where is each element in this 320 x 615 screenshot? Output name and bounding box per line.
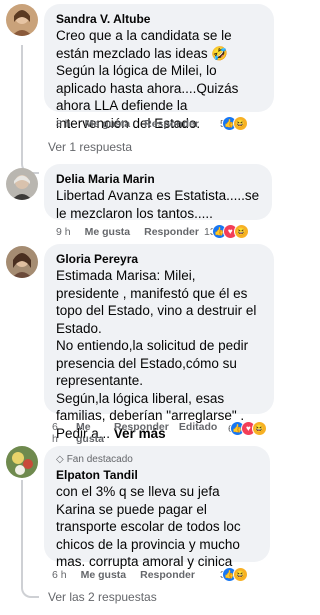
reply-button[interactable]: Responder	[140, 569, 195, 581]
comment-time[interactable]: 9 h	[56, 226, 71, 238]
comment-time[interactable]: 8 h	[56, 118, 71, 130]
diamond-icon: ◇	[56, 454, 64, 465]
comment-bubble: ◇ Fan destacado Elpaton Tandil con el 3%…	[44, 446, 270, 569]
comment-time[interactable]: 6 h	[52, 569, 67, 581]
fan-badge: ◇ Fan destacado	[56, 453, 258, 467]
reply-button[interactable]: Responder	[144, 118, 199, 130]
avatar[interactable]	[6, 4, 38, 36]
comment-bubble: Sandra V. Altube Creo que a la candidata…	[44, 4, 274, 131]
thread-line	[21, 45, 23, 155]
reply-button[interactable]: Responder	[144, 226, 199, 238]
reaction-summary[interactable]: 13 👍 ♥ 😆	[204, 224, 249, 239]
thread-line	[21, 480, 23, 588]
comment-actions: 6 h Me gusta Responder Editado	[52, 421, 217, 445]
comment-text: con el 3% q se lleva su jefa Karina se p…	[56, 484, 241, 569]
comment-bubble: Delia Maria Marin Libertad Avanza es Est…	[44, 164, 272, 221]
avatar[interactable]	[6, 446, 38, 478]
comment-author[interactable]: Elpaton Tandil	[56, 467, 258, 483]
comment-author[interactable]: Gloria Pereyra	[56, 251, 262, 267]
comment-author[interactable]: Delia Maria Marin	[56, 171, 260, 187]
reaction-summary[interactable]: 6 👍 ♥ 😆	[228, 421, 267, 436]
haha-reaction-icon: 😆	[233, 224, 249, 239]
haha-reaction-icon: 😆	[251, 421, 267, 436]
haha-reaction-icon: 😆	[232, 116, 248, 131]
comment-time[interactable]: 6 h	[52, 421, 66, 445]
comment-bubble: Gloria Pereyra Estimada Marisa: Milei, p…	[44, 244, 274, 441]
reply-button[interactable]: Responder	[114, 421, 169, 433]
view-replies-link[interactable]: Ver 1 respuesta	[48, 140, 132, 154]
edited-label[interactable]: Editado	[179, 421, 218, 433]
avatar[interactable]	[6, 246, 38, 278]
avatar[interactable]	[6, 168, 38, 200]
haha-reaction-icon: 😆	[232, 567, 248, 582]
comment-text: Libertad Avanza es Estatista.....se le m…	[56, 188, 260, 221]
comment-actions: 8 h Me gusta Responder	[56, 118, 199, 130]
thread-connector	[21, 580, 39, 598]
reaction-summary[interactable]: 5 👍 😆	[220, 116, 248, 131]
comment-text-wrap: Estimada Marisa: Milei, presidente , man…	[56, 267, 262, 442]
view-replies-link[interactable]: Ver las 2 respuestas	[48, 590, 157, 604]
like-button[interactable]: Me gusta	[76, 421, 104, 445]
comment-actions: 6 h Me gusta Responder	[52, 569, 195, 581]
like-button[interactable]: Me gusta	[85, 226, 131, 238]
comment-actions: 9 h Me gusta Responder	[56, 226, 199, 238]
like-button[interactable]: Me gusta	[85, 118, 131, 130]
comment-text: Estimada Marisa: Milei, presidente , man…	[56, 268, 257, 441]
fan-badge-label: Fan destacado	[66, 454, 133, 465]
comment-author[interactable]: Sandra V. Altube	[56, 11, 262, 27]
reaction-summary[interactable]: 3 👍 😆	[220, 567, 248, 582]
like-button[interactable]: Me gusta	[81, 569, 127, 581]
